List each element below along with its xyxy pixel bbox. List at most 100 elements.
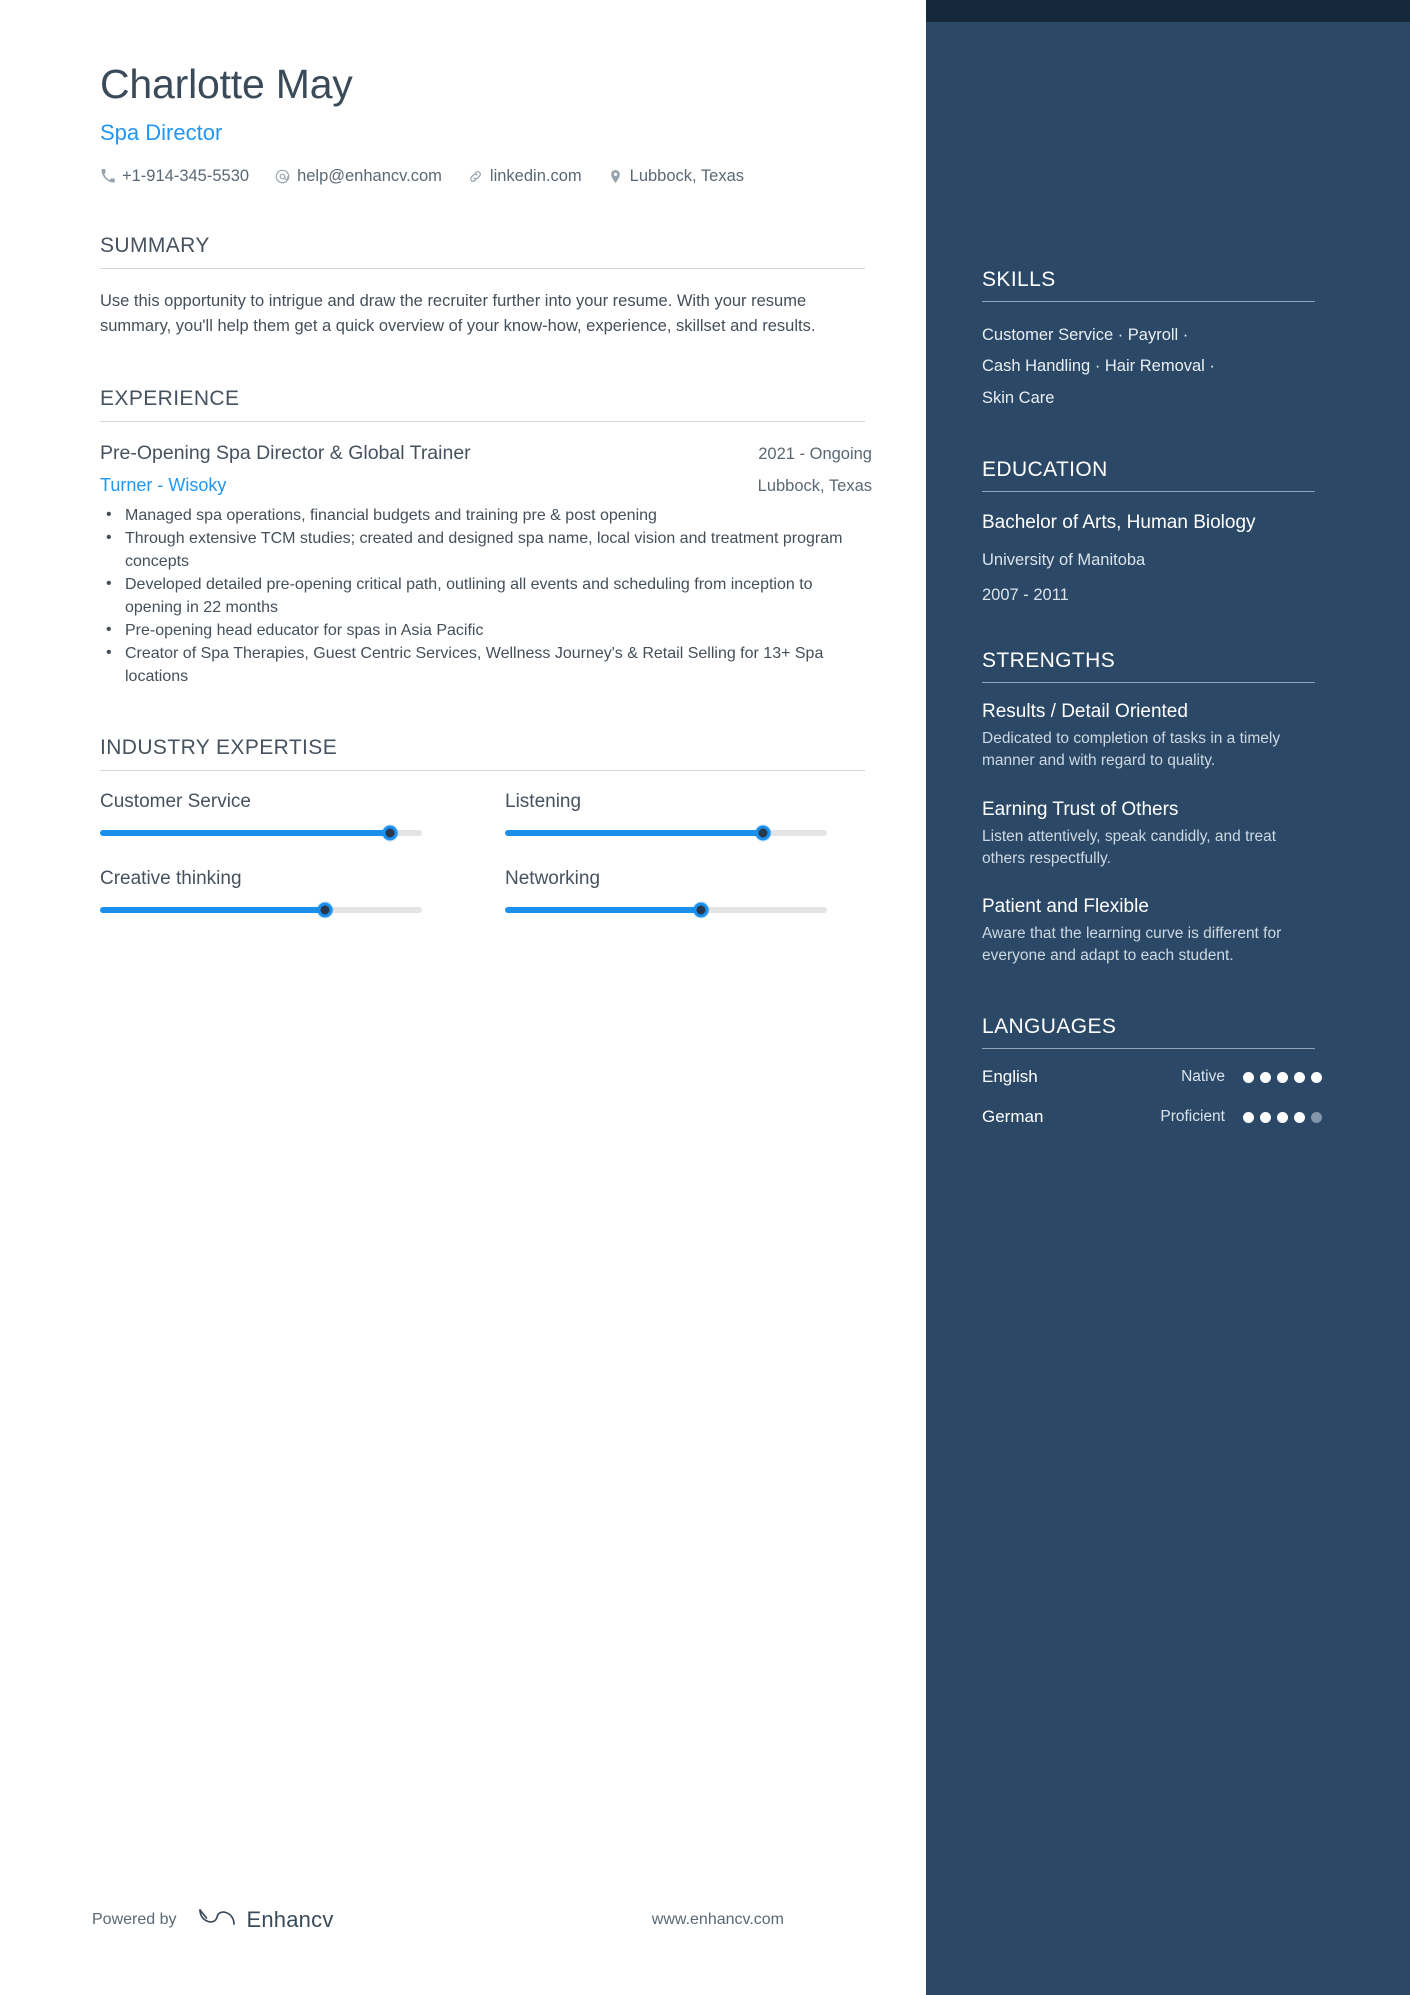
slider-fill [505,830,763,837]
job-company[interactable]: Turner - Wisoky [100,475,226,496]
language-rating-dots [1243,1071,1322,1083]
summary-text: Use this opportunity to intrigue and dra… [100,291,816,335]
strength-description: Aware that the learning curve is differe… [982,924,1282,965]
expertise-label: Listening [505,791,582,813]
language-level: Native [1181,1068,1225,1086]
languages-section: LANGUAGES English Native German Proficie… [982,1015,1322,1127]
location-pin-icon [608,169,623,184]
education-section: EDUCATION Bachelor of Arts, Human Biolog… [982,458,1322,605]
education-heading: EDUCATION [982,458,1108,482]
job-role: Pre-Opening Spa Director & Global Traine… [100,442,471,465]
experience-heading: EXPERIENCE [100,387,240,411]
expertise-label: Networking [505,868,601,890]
skills-line: Customer Service · Payroll · [982,326,1189,344]
contact-email-text: help@enhancv.com [297,166,442,185]
strength-item: Earning Trust of Others Listen attentive… [982,799,1322,870]
contact-email[interactable]: help@enhancv.com [275,167,442,186]
education-divider [982,491,1315,493]
strength-item: Results / Detail Oriented Dedicated to c… [982,701,1322,772]
link-icon [468,169,483,184]
languages-heading: LANGUAGES [982,1015,1117,1039]
education-dates: 2007 - 2011 [982,586,1069,605]
list-item: Through extensive TCM studies; created a… [100,527,872,573]
job-title: Spa Director [100,119,223,145]
rating-dot [1311,1111,1322,1123]
expertise-item-customer-service: Customer Service [100,791,422,841]
expertise-item-creative-thinking: Creative thinking [100,868,422,918]
infinity-logo-icon [197,1906,237,1933]
strengths-divider [982,682,1315,684]
resume-page: Charlotte May Spa Director +1-914-345-55… [0,0,1410,1995]
rating-dot [1277,1111,1288,1123]
experience-section: EXPERIENCE Pre-Opening Spa Director & Gl… [100,387,872,688]
expertise-slider[interactable] [505,825,827,841]
education-degree: Bachelor of Arts, Human Biology [982,512,1256,534]
industry-expertise-section: INDUSTRY EXPERTISE Customer Service List… [100,736,872,918]
languages-divider [982,1048,1315,1050]
strength-description: Listen attentively, speak candidly, and … [982,827,1277,867]
brand-name: Enhancv [246,1906,334,1932]
language-level: Proficient [1160,1108,1225,1126]
list-item: Pre-opening head educator for spas in As… [100,619,872,642]
expertise-slider[interactable] [100,825,422,841]
expertise-slider-grid: Customer Service Listening Creative thin… [100,791,872,918]
job-bullet-list: Managed spa operations, financial budget… [100,504,872,688]
sidebar: SKILLS Customer Service · Payroll · Cash… [926,0,1410,1995]
language-name: German [982,1107,1044,1127]
language-row: English Native [982,1067,1322,1087]
rating-dot [1294,1111,1305,1123]
enhancv-logo[interactable]: Enhancv [197,1906,334,1933]
strength-title: Patient and Flexible [982,895,1149,917]
slider-fill [100,907,326,914]
expertise-item-listening: Listening [505,791,827,841]
skills-line: Cash Handling · Hair Removal · [982,357,1215,376]
skills-divider [982,301,1315,302]
rating-dot [1243,1111,1254,1123]
skills-section: SKILLS Customer Service · Payroll · Cash… [982,268,1322,414]
footer-url[interactable]: www.enhancv.com [652,1911,784,1929]
list-item: Creator of Spa Therapies, Guest Centric … [100,642,872,688]
contact-linkedin-text: linkedin.com [489,166,582,185]
summary-divider [100,267,865,269]
contact-linkedin[interactable]: linkedin.com [468,167,582,186]
language-name: English [982,1067,1038,1087]
expertise-item-networking: Networking [505,868,827,918]
expertise-label: Creative thinking [100,868,242,890]
slider-knob[interactable] [693,902,709,918]
industry-expertise-heading: INDUSTRY EXPERTISE [100,736,338,760]
page-title: Charlotte May [100,61,353,107]
job-location: Lubbock, Texas [757,477,872,496]
contact-phone[interactable]: +1-914-345-5530 [100,167,249,186]
rating-dot [1311,1071,1322,1083]
education-school: University of Manitoba [982,551,1146,570]
expertise-slider[interactable] [100,902,422,918]
contact-location-text: Lubbock, Texas [629,166,744,185]
list-item: Developed detailed pre-opening critical … [100,573,872,619]
contact-location: Lubbock, Texas [608,167,744,186]
skills-line: Skin Care [982,388,1055,407]
contact-list: +1-914-345-5530 help@enhancv.com linkedi… [100,167,872,186]
phone-icon [100,169,115,184]
strengths-heading: STRENGTHS [982,649,1116,673]
industry-expertise-divider [100,770,865,772]
rating-dot [1277,1071,1288,1083]
rating-dot [1243,1071,1254,1083]
email-icon [275,169,290,184]
skills-heading: SKILLS [982,268,1056,291]
slider-fill [100,830,390,837]
resume-header: Charlotte May Spa Director +1-914-345-55… [100,61,872,186]
experience-divider [100,421,865,423]
strength-title: Earning Trust of Others [982,798,1179,820]
rating-dot [1294,1071,1305,1083]
sidebar-top-accent-bar [926,0,1410,22]
rating-dot [1260,1111,1271,1123]
slider-knob[interactable] [382,825,398,841]
expertise-slider[interactable] [505,902,827,918]
summary-section: SUMMARY Use this opportunity to intrigue… [100,234,872,339]
slider-knob[interactable] [755,825,771,841]
main-column: Charlotte May Spa Director +1-914-345-55… [0,0,926,1995]
slider-knob[interactable] [317,902,333,918]
